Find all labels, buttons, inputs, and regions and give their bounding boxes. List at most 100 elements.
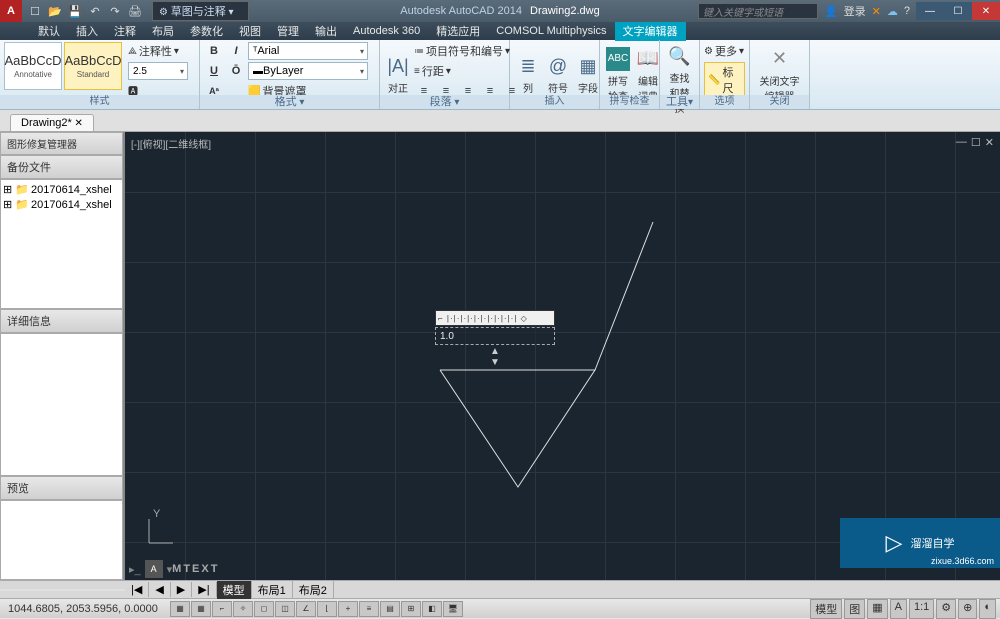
mtext-editor[interactable]: ⌐ |·|·|·|·|·|·|·|·|·|·| ◇ 1.0 ▲▼	[435, 310, 555, 368]
print-icon[interactable]: 🖨	[128, 4, 142, 18]
open-icon[interactable]: 📂	[48, 4, 62, 18]
text-ruler[interactable]: ⌐ |·|·|·|·|·|·|·|·|·|·| ◇	[435, 310, 555, 326]
status-bar: 1044.6805, 2053.5956, 0.0000 ▦ ▦ ⌐ ✧ ◻ ◫…	[0, 598, 1000, 618]
redo-icon[interactable]: ↷	[108, 4, 122, 18]
modelspace-toggle[interactable]: 模型	[810, 599, 842, 619]
status-scale[interactable]: 1:1	[909, 599, 934, 619]
ruler-toggle[interactable]: 📏 标尺	[704, 62, 745, 98]
tree-item[interactable]: ⊞ 📁 20170614_xshel	[3, 197, 120, 212]
undo-icon[interactable]: ↶	[88, 4, 102, 18]
toggle-ortho[interactable]: ⌐	[212, 601, 232, 617]
tabnav-last[interactable]: ▶|	[192, 582, 216, 597]
minimize-button[interactable]: —	[916, 2, 944, 20]
toggle-am[interactable]: 🖥	[443, 601, 463, 617]
file-tab[interactable]: Drawing2* ✕	[10, 114, 94, 131]
coordinates[interactable]: 1044.6805, 2053.5956, 0.0000	[0, 603, 170, 615]
tab-a360[interactable]: Autodesk 360	[345, 23, 428, 39]
toggle-grid[interactable]: ▦	[191, 601, 211, 617]
spacer	[0, 589, 125, 591]
tab-default[interactable]: 默认	[30, 21, 68, 41]
status-gear-icon[interactable]: ⚙	[936, 599, 956, 619]
layout1-tab[interactable]: 布局1	[252, 581, 293, 599]
login-label[interactable]: 登录	[844, 3, 866, 19]
window-controls: — ☐ ✕	[916, 2, 1000, 20]
tab-featured[interactable]: 精选应用	[428, 21, 488, 41]
user-icon[interactable]: 👤	[824, 5, 838, 18]
overline-button[interactable]: Ō	[226, 62, 246, 80]
tree-item[interactable]: ⊞ 📁 20170614_xshel	[3, 182, 120, 197]
help-search-input[interactable]: 键入关键字或短语	[698, 3, 818, 19]
linespacing-dropdown[interactable]: ≡ 行距 ▾	[414, 62, 522, 80]
maximize-button[interactable]: ☐	[944, 2, 972, 20]
backup-files-header[interactable]: 备份文件	[0, 155, 123, 179]
panel-format: B I ᵀ Arial U Ō ▬ ByLayer Aª 🟨 背景遮罩 格式 ▾	[200, 40, 380, 109]
panel-tools: 🔍查找和替换 工具▾	[660, 40, 700, 109]
ucs-icon: Y	[135, 507, 175, 550]
italic-button[interactable]: I	[226, 42, 246, 60]
exchange-icon[interactable]: ✕	[872, 5, 881, 18]
toggle-osnap[interactable]: ◻	[254, 601, 274, 617]
toggle-3dosnap[interactable]: ◫	[275, 601, 295, 617]
underline-button[interactable]: U	[204, 62, 224, 80]
bullets-dropdown[interactable]: ≔ 项目符号和编号 ▾	[414, 42, 522, 60]
toggle-lwt[interactable]: ≡	[359, 601, 379, 617]
tab-insert[interactable]: 插入	[68, 21, 106, 41]
panel-close-label: 关闭	[750, 95, 809, 109]
text-height-input[interactable]: 2.5	[128, 62, 188, 80]
tab-annotate[interactable]: 注释	[106, 21, 144, 41]
model-layout-tabs: |◀ ◀ ▶ ▶| 模型 布局1 布局2	[0, 580, 1000, 598]
toggle-snap[interactable]: ▦	[170, 601, 190, 617]
tab-text-editor[interactable]: 文字编辑器	[615, 21, 686, 41]
tabnav-next[interactable]: ▶	[171, 582, 192, 597]
status-ws-icon[interactable]: ⊕	[958, 599, 977, 619]
status-toggles: ▦ ▦ ⌐ ✧ ◻ ◫ ∠ ⌊ + ≡ ▤ ⊞ ◧ 🖥	[170, 601, 463, 617]
tabnav-first[interactable]: |◀	[125, 582, 149, 597]
bold-button[interactable]: B	[204, 42, 224, 60]
toggle-otrack[interactable]: ∠	[296, 601, 316, 617]
help-icon[interactable]: ?	[904, 5, 910, 17]
toggle-dyn[interactable]: +	[338, 601, 358, 617]
anno-style-dropdown[interactable]: ⟁ 注释性 ▾	[128, 42, 188, 60]
toggle-tpy[interactable]: ▤	[380, 601, 400, 617]
drawing-canvas[interactable]: [-][俯视][二维线框] — ☐ ✕ ⌐ |·|·|·|·|·|·|·|·|·…	[125, 132, 1000, 580]
backup-tree[interactable]: ⊞ 📁 20170614_xshel ⊞ 📁 20170614_xshel	[0, 179, 123, 309]
save-icon[interactable]: 💾	[68, 4, 82, 18]
toggle-sc[interactable]: ◧	[422, 601, 442, 617]
cmd-handle-icon[interactable]: ▸_	[129, 563, 141, 576]
workspace-selector[interactable]: ⚙ 草图与注释 ▾	[152, 1, 249, 21]
font-dropdown[interactable]: ᵀ Arial	[248, 42, 368, 60]
toggle-polar[interactable]: ✧	[233, 601, 253, 617]
status-layout-icon[interactable]: 图	[844, 599, 865, 619]
details-header[interactable]: 详细信息	[0, 309, 123, 333]
layout2-tab[interactable]: 布局2	[293, 581, 334, 599]
tab-parametric[interactable]: 参数化	[182, 21, 231, 41]
color-dropdown[interactable]: ▬ ByLayer	[248, 62, 368, 80]
style-annotative[interactable]: AaBbCcD Annotative	[4, 42, 62, 90]
tab-comsol[interactable]: COMSOL Multiphysics	[488, 23, 614, 39]
status-annoscale-icon[interactable]: A	[890, 599, 907, 619]
panel-insert: ≣列 @符号 ▦字段 插入	[510, 40, 600, 109]
model-tab[interactable]: 模型	[217, 581, 252, 599]
more-dropdown[interactable]: ⚙ 更多▾	[704, 42, 745, 60]
doc-name: Drawing2.dwg	[530, 5, 600, 17]
tab-output[interactable]: 输出	[307, 21, 345, 41]
preview-header[interactable]: 预览	[0, 476, 123, 500]
status-hw-icon[interactable]: ◐	[979, 599, 996, 619]
close-button[interactable]: ✕	[972, 2, 1000, 20]
tab-layout[interactable]: 布局	[144, 21, 182, 41]
text-input-box[interactable]: 1.0	[435, 327, 555, 345]
tabnav-prev[interactable]: ◀	[149, 582, 170, 597]
panel-close: ✕关闭文字编辑器 关闭	[750, 40, 810, 109]
tab-manage[interactable]: 管理	[269, 21, 307, 41]
text-resize-handle[interactable]: ▲▼	[435, 346, 555, 368]
tab-view[interactable]: 视图	[231, 21, 269, 41]
panel-style: AaBbCcD Annotative AaBbCcD Standard ⟁ 注释…	[0, 40, 200, 109]
app-logo[interactable]: A	[0, 0, 22, 22]
toggle-qp[interactable]: ⊞	[401, 601, 421, 617]
preview-box	[0, 500, 123, 580]
new-icon[interactable]: ☐	[28, 4, 42, 18]
cloud-icon[interactable]: ☁	[887, 5, 898, 18]
status-qview-icon[interactable]: ▦	[867, 599, 887, 619]
style-standard[interactable]: AaBbCcD Standard	[64, 42, 122, 90]
toggle-ducs[interactable]: ⌊	[317, 601, 337, 617]
